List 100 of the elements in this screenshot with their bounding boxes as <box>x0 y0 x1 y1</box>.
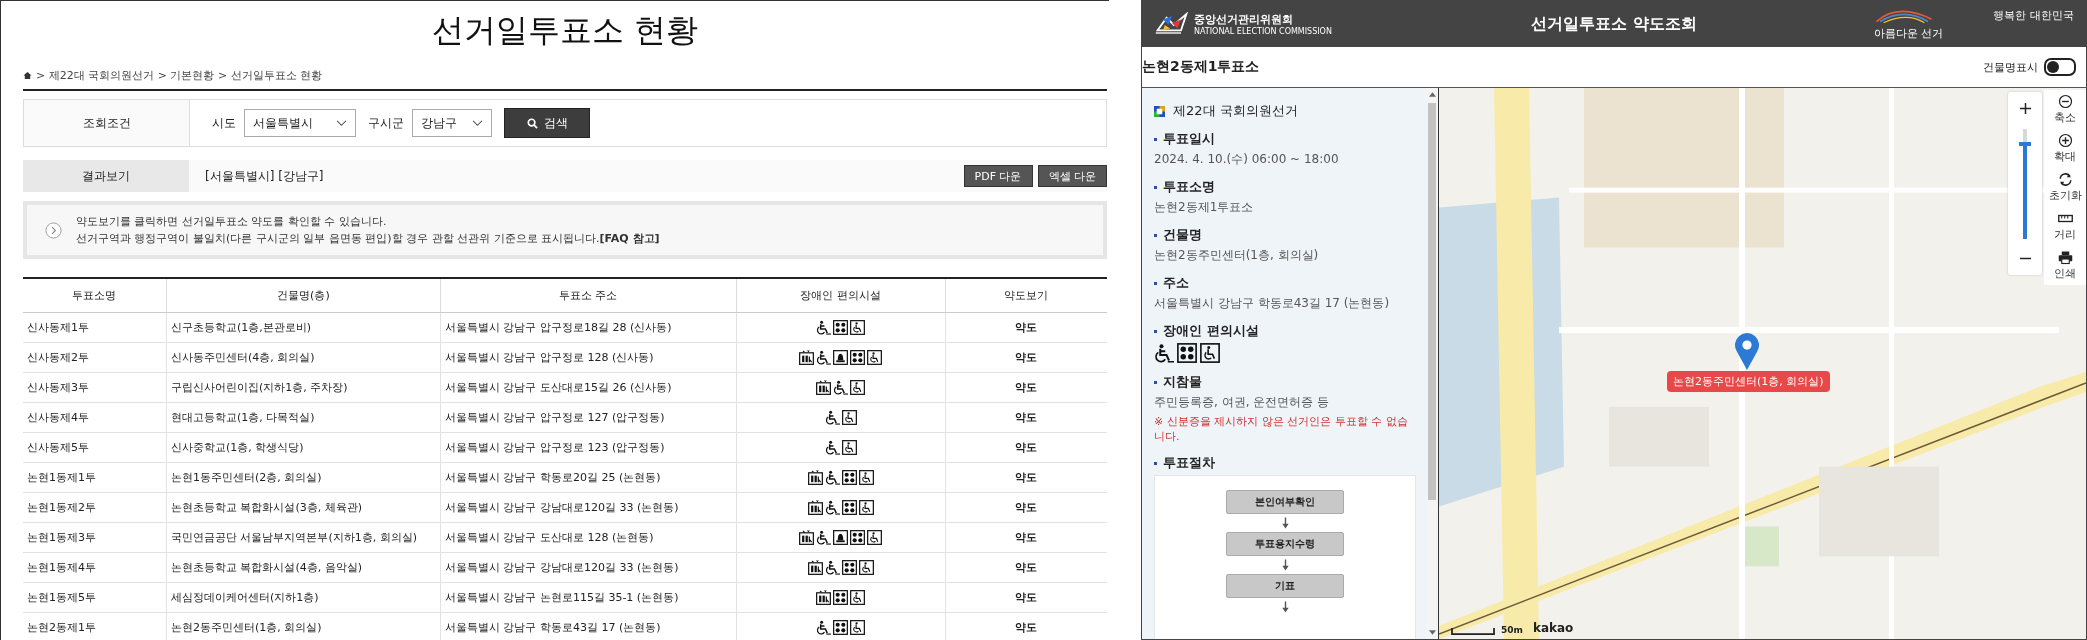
search-button[interactable]: 검색 <box>504 108 590 138</box>
map-attribution: kakao <box>1532 621 1574 635</box>
map-tool-button[interactable]: 거리 <box>2044 211 2086 242</box>
map-tool-button[interactable]: 확대 <box>2044 133 2086 164</box>
wheelchair-sign-icon <box>858 500 874 515</box>
column-header: 건물명(층) <box>166 278 441 313</box>
braille-icon <box>841 500 857 515</box>
map-tool-button[interactable]: 초기화 <box>2044 172 2086 203</box>
wheelchair-ramp-icon <box>816 530 832 545</box>
table-cell: 논현1동주민센터(2층, 회의실) <box>166 462 441 493</box>
elevator-icon <box>807 560 823 575</box>
elevator-icon <box>807 470 823 485</box>
map-link[interactable]: 약도 <box>1015 501 1038 514</box>
section-value: 서울특별시 강남구 학동로43길 17 (논현동) <box>1154 295 1391 312</box>
location-label: 논현2동주민센터(1층, 회의실) <box>1667 371 1830 392</box>
table-cell: 신구초등학교(1층,본관로비) <box>166 312 441 343</box>
map-link[interactable]: 약도 <box>1015 351 1038 364</box>
table-cell: 논현2동제1투 <box>23 612 167 640</box>
wheelchair-ramp-icon <box>833 380 849 395</box>
map-link[interactable]: 약도 <box>1015 591 1038 604</box>
section-heading: 장애인 편의시설 <box>1163 322 1259 340</box>
column-header: 약도보기 <box>945 278 1107 313</box>
table-cell: 논현2동주민센터(1층, 회의실) <box>166 612 441 640</box>
table-cell: 서울특별시 강남구 강남대로120길 33 (논현동) <box>440 492 737 523</box>
map-link[interactable]: 약도 <box>1015 531 1038 544</box>
wheelchair-sign-icon <box>841 440 857 455</box>
map-link[interactable]: 약도 <box>1015 621 1038 634</box>
search-icon <box>526 117 538 129</box>
wheelchair-sign-icon <box>867 350 883 365</box>
map-link[interactable]: 약도 <box>1015 321 1038 334</box>
down-arrow-icon <box>1281 601 1289 613</box>
toggle-switch[interactable] <box>2044 58 2076 76</box>
wheelchair-ramp-icon <box>816 620 832 635</box>
slogan-text: 행복한 대한민국 <box>1993 8 2074 23</box>
election-name: 제22대 국회의원선거 <box>1173 102 1298 120</box>
table-cell: 신사중학교(1층, 학생식당) <box>166 432 441 463</box>
table-cell: 현대고등학교(1층, 다목적실) <box>166 402 441 433</box>
elevator-icon <box>816 380 832 395</box>
map-link[interactable]: 약도 <box>1015 561 1038 574</box>
map-link[interactable]: 약도 <box>1015 441 1038 454</box>
wheelchair-sign-icon <box>841 410 857 425</box>
bullet-icon <box>1154 380 1157 384</box>
map-tool-button[interactable]: 축소 <box>2044 94 2086 125</box>
refresh-icon <box>2057 172 2073 187</box>
notice-text: 선거구역과 행정구역이 불일치(다른 구시군의 일부 읍면동 편입)할 경우 관할 선관위 기준으로 표시됩니다.[FAQ 참고] <box>76 231 660 246</box>
scrollbar[interactable] <box>1426 88 1438 639</box>
wheelchair-ramp-icon <box>824 410 840 425</box>
down-arrow-icon[interactable] <box>1428 630 1436 635</box>
table-cell: 논현1동제1투 <box>23 462 167 493</box>
home-icon[interactable] <box>23 70 32 80</box>
section-value: 논현2동제1투표소 <box>1154 199 1255 216</box>
flow-step: 투표용지수령 <box>1226 532 1344 556</box>
section-value: 논현2동주민센터(1층, 회의실) <box>1154 247 1320 264</box>
plus-icon[interactable] <box>2018 102 2032 115</box>
chevron-circle-icon <box>45 221 62 239</box>
dropdown[interactable]: 강남구 <box>412 109 492 137</box>
braille-icon <box>850 350 866 365</box>
wheelchair-ramp-icon <box>824 470 840 485</box>
elevator-icon <box>799 350 815 365</box>
place-name: 논현2동제1투표소 <box>1142 58 1260 76</box>
braille-icon <box>1177 343 1197 363</box>
table-cell: 서울특별시 강남구 도산대로 128 (논현동) <box>440 522 737 553</box>
wheelchair-ramp-icon <box>824 500 840 515</box>
zoom-in-icon <box>2057 133 2073 148</box>
wheelchair-sign-icon <box>858 470 874 485</box>
bullet-icon <box>1154 233 1157 237</box>
wheelchair-sign-icon <box>1200 343 1220 363</box>
section-heading: 주소 <box>1163 274 1189 292</box>
table-cell: 논현1동제3투 <box>23 522 167 553</box>
map-link[interactable]: 약도 <box>1015 381 1038 394</box>
map-tool-button[interactable]: 인쇄 <box>2044 250 2086 281</box>
table-cell: 논현1동제5투 <box>23 582 167 613</box>
up-arrow-icon[interactable] <box>1428 92 1436 97</box>
section-heading: 지참물 <box>1163 373 1202 391</box>
bullet-icon <box>1154 137 1157 141</box>
table-cell: 서울특별시 강남구 압구정로 127 (압구정동) <box>440 402 737 433</box>
braille-icon <box>841 470 857 485</box>
bullet-icon <box>1154 185 1157 189</box>
wheelchair-ramp-icon <box>816 350 832 365</box>
map-link[interactable]: 약도 <box>1015 411 1038 424</box>
flow-step: 기표 <box>1226 574 1344 598</box>
scale-bar <box>1449 628 1497 635</box>
table-cell: 서울특별시 강남구 압구정로 123 (압구정동) <box>440 432 737 463</box>
section-heading: 투표소명 <box>1163 178 1215 196</box>
table-cell: 서울특별시 강남구 도산대로15길 26 (신사동) <box>440 372 737 403</box>
slogan-text: 아름다운 선거 <box>1874 26 1944 41</box>
logo-icon <box>1154 12 1190 36</box>
flow-step: 본인여부확인 <box>1226 490 1344 514</box>
warning-text: ※ 신분증을 제시하지 않은 선거인은 투표할 수 없습니다. <box>1154 414 1409 444</box>
down-arrow-icon <box>1281 517 1289 529</box>
wheelchair-sign-icon <box>850 320 866 335</box>
table-cell: 신사동제2투 <box>23 342 167 373</box>
braille-icon <box>833 620 849 635</box>
table-cell: 신사동주민센터(4층, 회의실) <box>166 342 441 373</box>
elevator-icon <box>807 500 823 515</box>
download-button[interactable]: 엑셀 다운 <box>1037 165 1107 187</box>
dropdown[interactable]: 서울특별시 <box>244 109 356 137</box>
download-button[interactable]: PDF 다운 <box>963 165 1033 187</box>
map-link[interactable]: 약도 <box>1015 471 1038 484</box>
wheelchair-ramp-icon <box>824 560 840 575</box>
